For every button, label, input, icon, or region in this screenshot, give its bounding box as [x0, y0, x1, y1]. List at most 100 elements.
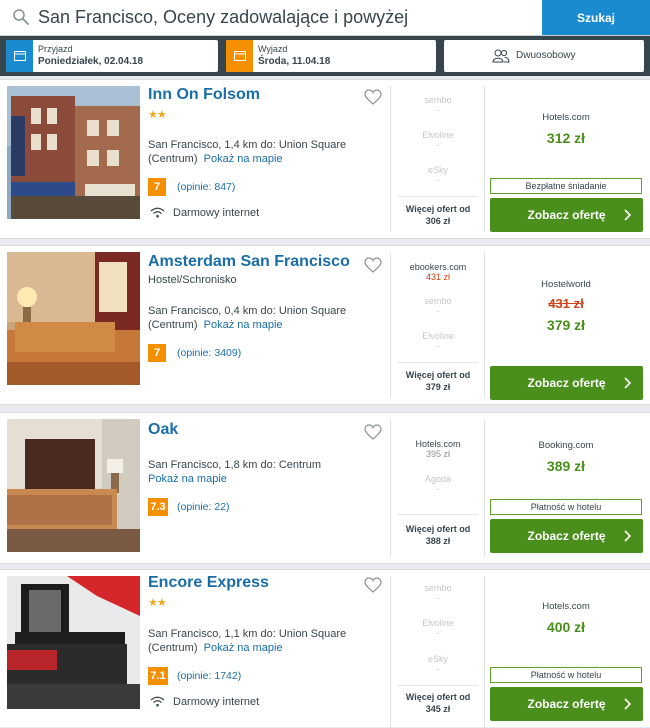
checkout-field[interactable]: Wyjazd Środa, 11.04.18 [226, 40, 436, 72]
hotel-photo[interactable] [7, 86, 140, 219]
chevron-right-icon [624, 530, 631, 542]
divider [398, 514, 478, 515]
more-offers-price: 388 zł [425, 536, 451, 546]
heart-icon[interactable] [364, 89, 382, 105]
hotel-location: San Francisco, 0,4 km do: Union Square (… [148, 304, 388, 332]
provider-name: sembo [424, 95, 452, 105]
divider [390, 252, 391, 398]
provider-name: Elvoline [422, 618, 454, 628]
hotel-location: San Francisco, 1,1 km do: Union Square (… [148, 627, 388, 655]
view-offer-button[interactable]: Zobacz ofertę [490, 687, 643, 721]
view-offer-button[interactable]: Zobacz ofertę [490, 198, 643, 232]
provider-price: - [436, 306, 440, 316]
provider-price: - [436, 105, 440, 115]
deal-price: 400 zł [546, 619, 586, 635]
divider [398, 196, 478, 197]
provider-price: - [436, 664, 440, 674]
amenity-label: Darmowy internet [173, 207, 260, 219]
chevron-right-icon [624, 209, 631, 221]
divider [390, 576, 391, 728]
checkout-value: Środa, 11.04.18 [258, 56, 331, 67]
hotel-card: Inn On Folsom ★★ San Francisco, 1,4 km d… [0, 79, 650, 239]
view-offer-label: Zobacz ofertę [527, 529, 606, 543]
more-offers-link[interactable]: Więcej ofert od 388 zł [398, 523, 478, 547]
provider-item[interactable]: sembo - [398, 296, 478, 316]
reviews-link[interactable]: (opinie: 3409) [177, 347, 241, 359]
provider-item[interactable]: ebookers.com 431 zł [398, 262, 478, 282]
rating-badge: 7.3 [148, 498, 168, 516]
deal-site: Booking.com [538, 440, 594, 451]
checkout-label: Wyjazd [258, 44, 288, 54]
hotel-name[interactable]: Inn On Folsom [148, 86, 260, 104]
hotel-card: Oak San Francisco, 1,8 km do: Centrum Pok… [0, 412, 650, 564]
checkin-field[interactable]: Przyjazd Poniedziałek, 02.04.18 [6, 40, 218, 72]
room-type-select[interactable]: Dwuosobowy [444, 40, 644, 72]
search-icon [13, 9, 29, 25]
divider [484, 576, 485, 728]
reviews-link[interactable]: (opinie: 22) [177, 501, 230, 513]
more-offers-link[interactable]: Więcej ofert od 379 zł [398, 369, 478, 393]
search-input[interactable]: San Francisco, Oceny zadowalające i powy… [38, 7, 408, 28]
provider-item[interactable]: Elvoline - [398, 331, 478, 351]
deal-price: 312 zł [546, 130, 586, 146]
show-on-map-link[interactable]: Pokaż na mapie [204, 319, 283, 331]
rating-badge: 7 [148, 178, 166, 196]
hotel-name[interactable]: Encore Express [148, 574, 269, 592]
search-button[interactable]: Szukaj [542, 0, 650, 35]
provider-item[interactable]: Elvoline - [398, 130, 478, 150]
provider-item[interactable]: eSky - [398, 165, 478, 185]
provider-item[interactable]: sembo - [398, 95, 478, 115]
hotel-photo[interactable] [7, 419, 140, 552]
wifi-icon [150, 696, 165, 707]
view-offer-button[interactable]: Zobacz ofertę [490, 519, 643, 553]
show-on-map-link[interactable]: Pokaż na mapie [204, 153, 283, 165]
more-offers-label: Więcej ofert od [405, 370, 471, 380]
calendar-icon [14, 51, 26, 61]
hotel-card: Encore Express ★★ San Francisco, 1,1 km … [0, 569, 650, 728]
provider-item[interactable]: sembo - [398, 583, 478, 603]
hotel-name[interactable]: Amsterdam San Francisco [148, 253, 350, 271]
provider-name: eSky [427, 654, 448, 664]
search-bar: San Francisco, Oceny zadowalające i powy… [0, 0, 650, 36]
provider-name: Elvoline [422, 130, 454, 140]
more-offers-link[interactable]: Więcej ofert od 306 zł [398, 203, 478, 227]
view-offer-label: Zobacz ofertę [527, 376, 606, 390]
checkin-label: Przyjazd [38, 44, 73, 54]
perk-badge: Płatność w hotelu [490, 499, 642, 515]
hotel-type: Hostel/Schronisko [148, 274, 237, 286]
hotel-name[interactable]: Oak [148, 421, 178, 439]
hotel-card: Amsterdam San Francisco Hostel/Schronisk… [0, 245, 650, 405]
reviews-link[interactable]: (opinie: 847) [177, 181, 235, 193]
wifi-icon [150, 207, 165, 218]
divider [398, 685, 478, 686]
provider-price: - [436, 175, 440, 185]
provider-item[interactable]: Agoda - [398, 474, 478, 494]
heart-icon[interactable] [364, 577, 382, 593]
provider-item[interactable]: Hotels.com 395 zł [398, 439, 478, 459]
provider-item[interactable]: Elvoline - [398, 618, 478, 638]
more-offers-link[interactable]: Więcej ofert od 345 zł [398, 691, 478, 715]
hotel-photo[interactable] [7, 252, 140, 385]
provider-price: 395 zł [425, 449, 451, 459]
more-offers-label: Więcej ofert od [405, 204, 471, 214]
amenity-label: Darmowy internet [173, 696, 260, 708]
show-on-map-link[interactable]: Pokaż na mapie [204, 642, 283, 654]
view-offer-label: Zobacz ofertę [527, 208, 606, 222]
view-offer-button[interactable]: Zobacz ofertę [490, 366, 643, 400]
hotel-stars: ★★ [148, 597, 167, 609]
provider-name: eSky [427, 165, 448, 175]
provider-price: - [436, 341, 440, 351]
hotel-stars: ★★ [148, 109, 167, 121]
heart-icon[interactable] [364, 424, 382, 440]
deal-site: Hostelworld [541, 279, 591, 290]
reviews-link[interactable]: (opinie: 1742) [177, 670, 241, 682]
divider [390, 86, 391, 232]
provider-item[interactable]: eSky - [398, 654, 478, 674]
deal-price: 389 zł [546, 458, 586, 474]
heart-icon[interactable] [364, 257, 382, 273]
more-offers-label: Więcej ofert od [405, 692, 471, 702]
show-on-map-link[interactable]: Pokaż na mapie [148, 473, 227, 485]
divider [398, 362, 478, 363]
people-icon [492, 49, 510, 63]
hotel-photo[interactable] [7, 576, 140, 709]
